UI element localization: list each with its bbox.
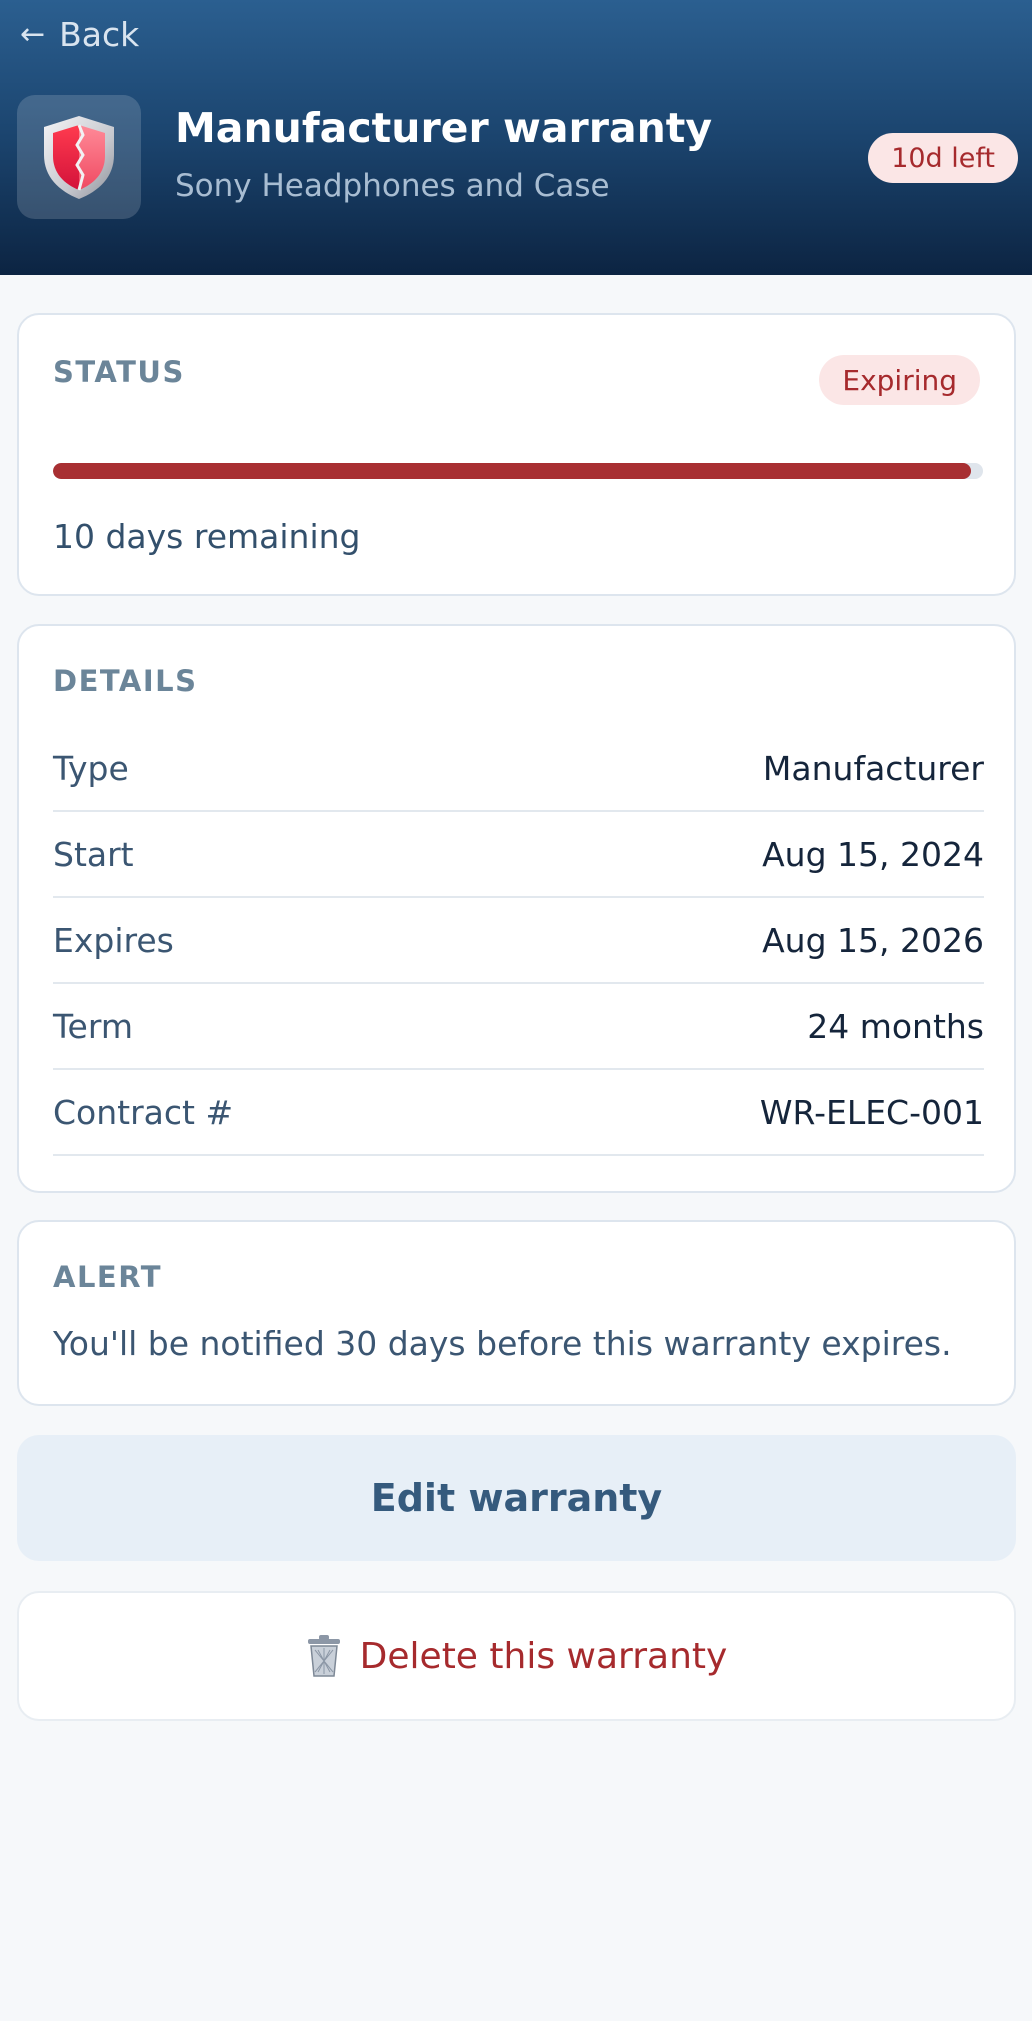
detail-row-expires: Expires Aug 15, 2026: [53, 898, 984, 984]
delete-warranty-button[interactable]: Delete this warranty: [17, 1591, 1016, 1721]
details-section-label: DETAILS: [53, 664, 198, 698]
status-badge: Expiring: [819, 355, 980, 405]
header: ← Back Manufacturer warranty Sony Headph…: [0, 0, 1032, 275]
product-subtitle: Sony Headphones and Case: [175, 168, 610, 204]
detail-row-term: Term 24 months: [53, 984, 984, 1070]
detail-value: Aug 15, 2024: [762, 834, 984, 874]
detail-value: Aug 15, 2026: [762, 920, 984, 960]
detail-key: Contract #: [53, 1092, 234, 1132]
detail-key: Expires: [53, 920, 174, 960]
page-title: Manufacturer warranty: [175, 104, 713, 152]
back-label: Back: [59, 14, 140, 54]
detail-value: Manufacturer: [762, 748, 984, 788]
warranty-progress-bar: [53, 463, 983, 479]
detail-row-start: Start Aug 15, 2024: [53, 812, 984, 898]
detail-key: Term: [53, 1006, 133, 1046]
detail-key: Start: [53, 834, 134, 874]
days-left-badge: 10d left: [868, 133, 1018, 183]
detail-row-contract: Contract # WR-ELEC-001: [53, 1070, 984, 1156]
details-card: DETAILS Type Manufacturer Start Aug 15, …: [17, 624, 1016, 1193]
shield-icon: [44, 116, 114, 199]
alert-card: ALERT You'll be notified 30 days before …: [17, 1220, 1016, 1406]
delete-label: Delete this warranty: [359, 1635, 728, 1677]
detail-row-type: Type Manufacturer: [53, 726, 984, 812]
detail-value: WR-ELEC-001: [759, 1092, 984, 1132]
alert-message: You'll be notified 30 days before this w…: [53, 1324, 952, 1363]
back-button[interactable]: ← Back: [20, 10, 139, 58]
trash-icon: [306, 1634, 342, 1678]
days-remaining-text: 10 days remaining: [53, 517, 361, 556]
detail-key: Type: [53, 748, 129, 788]
back-arrow-icon: ←: [20, 16, 46, 52]
warranty-progress-fill: [53, 463, 971, 479]
edit-warranty-button[interactable]: Edit warranty: [17, 1435, 1016, 1561]
status-section-label: STATUS: [53, 355, 185, 389]
alert-section-label: ALERT: [53, 1260, 163, 1294]
status-card: STATUS Expiring 10 days remaining: [17, 313, 1016, 596]
detail-value: 24 months: [807, 1006, 984, 1046]
warranty-icon-tile: [17, 95, 141, 219]
